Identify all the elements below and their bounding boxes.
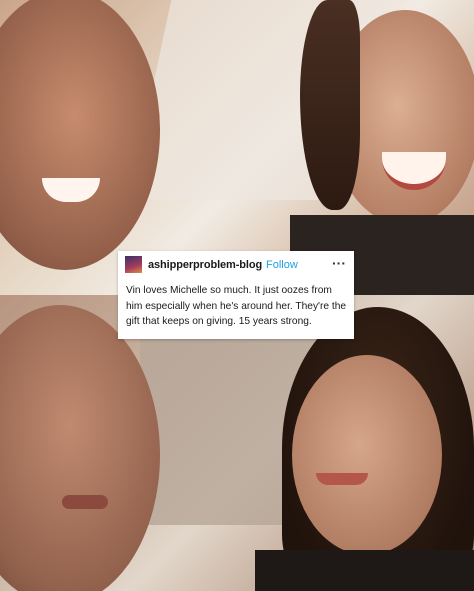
woman-shirt-bottom bbox=[255, 550, 474, 591]
post-header: ashipperproblem-blog Follow ··· bbox=[118, 251, 354, 279]
man-face-top bbox=[0, 0, 160, 270]
bottom-photo bbox=[0, 295, 474, 591]
man-mouth-bottom bbox=[62, 495, 108, 509]
username[interactable]: ashipperproblem-blog bbox=[148, 259, 262, 271]
man-face-bottom bbox=[0, 305, 160, 591]
more-horizontal-icon[interactable]: ··· bbox=[332, 255, 346, 271]
woman-smile-bottom bbox=[316, 473, 368, 485]
avatar[interactable] bbox=[125, 256, 142, 273]
tumblr-post-card: ashipperproblem-blog Follow ··· Vin love… bbox=[118, 251, 354, 339]
woman-face-bottom bbox=[292, 355, 442, 555]
follow-button[interactable]: Follow bbox=[266, 259, 298, 271]
post-body-text: Vin loves Michelle so much. It just ooze… bbox=[126, 285, 347, 327]
